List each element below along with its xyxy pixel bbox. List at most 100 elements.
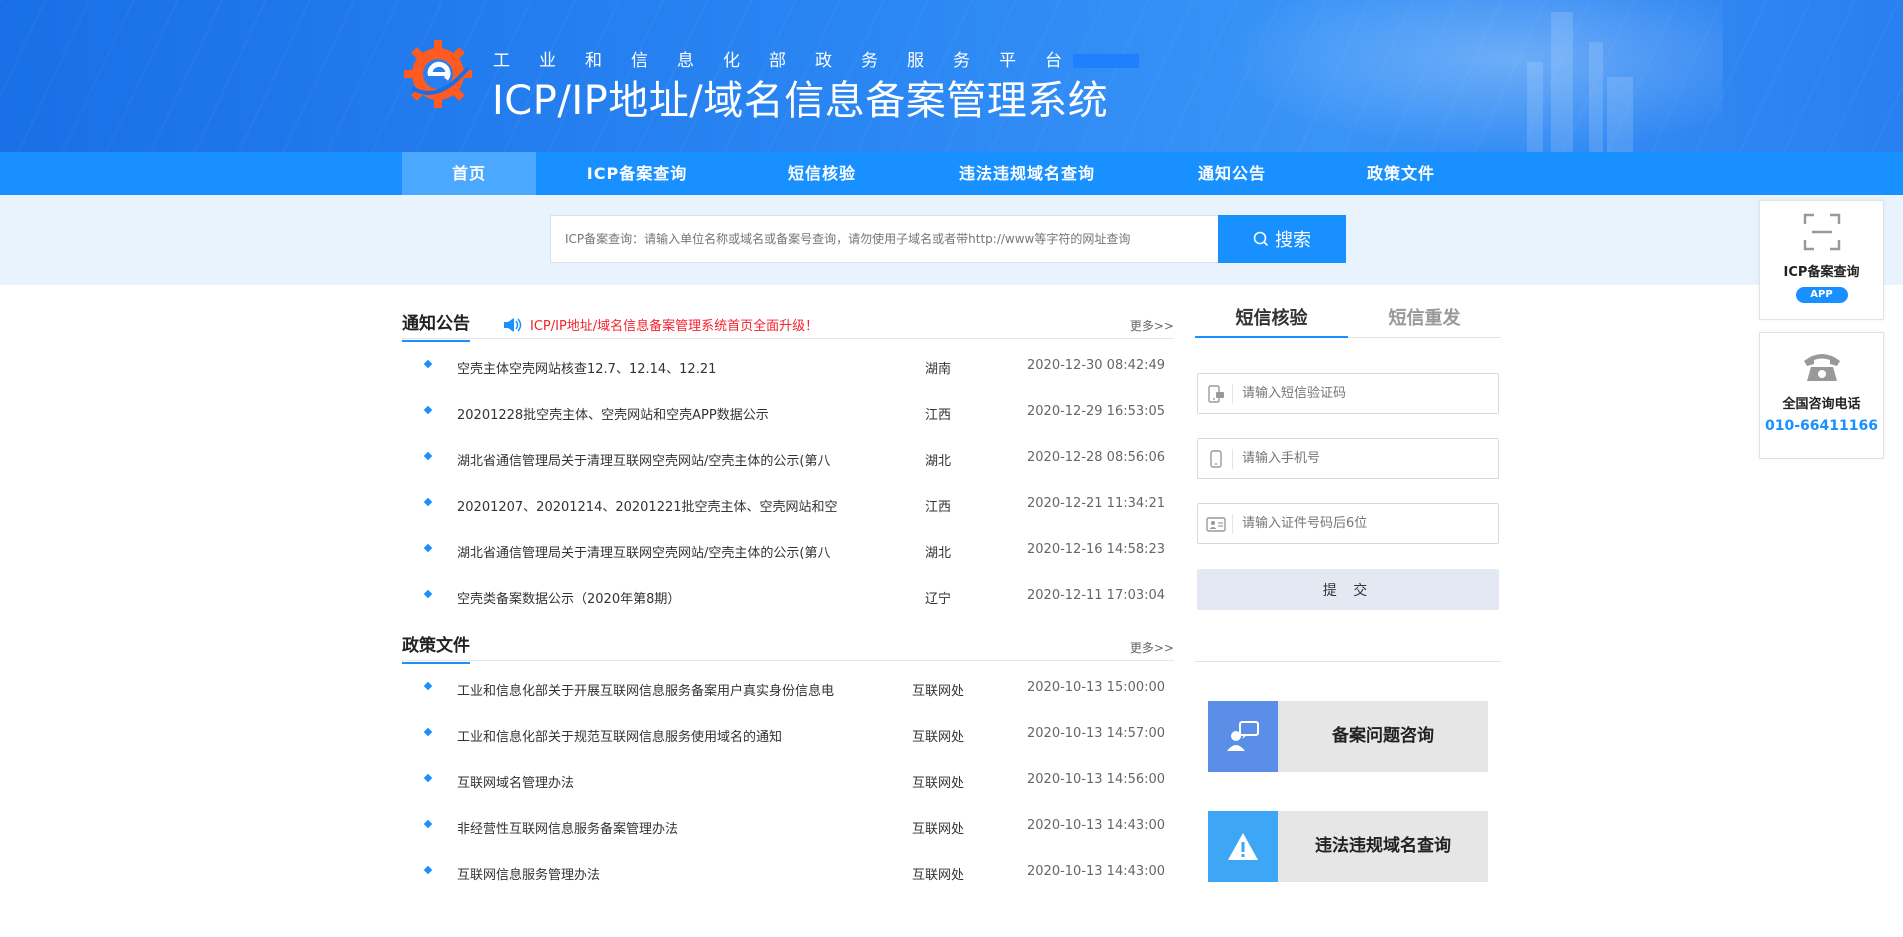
policies-more-link[interactable]: 更多>> — [1130, 639, 1174, 656]
bullet-icon — [423, 727, 433, 737]
warning-icon — [1228, 832, 1258, 860]
list-item: 互联网域名管理办法 互联网处 2020-10-13 14:56:00 — [402, 757, 1174, 803]
notice-link[interactable]: 空壳类备案数据公示（2020年第8期） — [457, 588, 867, 607]
nav-item-policies[interactable]: 政策文件 — [1316, 152, 1486, 195]
bullet-icon — [423, 497, 433, 507]
list-item: 20201228批空壳主体、空壳网站和空壳APP数据公示 江西 2020-12-29… — [402, 389, 1174, 435]
list-item: 工业和信息化部关于开展互联网信息服务备案用户真实身份信息电 互联网处 2020-10… — [402, 665, 1174, 711]
policy-link[interactable]: 工业和信息化部关于规范互联网信息服务使用域名的通知 — [457, 726, 867, 745]
list-item: 湖北省通信管理局关于清理互联网空壳网站/空壳主体的公示(第八 湖北 2020-12-… — [402, 527, 1174, 573]
banner-building — [1551, 12, 1573, 152]
list-item: 湖北省通信管理局关于清理互联网空壳网站/空壳主体的公示(第八 湖北 2020-12-… — [402, 435, 1174, 481]
banner-building — [1607, 77, 1633, 152]
policy-department: 互联网处 — [912, 776, 965, 791]
notice-link[interactable]: 20201207、20201214、20201221批空壳主体、空壳网站和空 — [457, 496, 867, 515]
policy-link[interactable]: 互联网信息服务管理办法 — [457, 864, 867, 883]
search-button[interactable]: 搜索 — [1218, 215, 1346, 263]
policy-department: 互联网处 — [912, 868, 965, 883]
nav-item-notices[interactable]: 通知公告 — [1148, 152, 1316, 195]
sms-code-input[interactable] — [1242, 374, 1492, 413]
notice-date: 2020-12-30 08:42:49 — [1027, 358, 1166, 373]
banner-glow — [1203, 0, 1723, 152]
policy-date: 2020-10-13 15:00:00 — [1027, 680, 1166, 695]
bullet-icon — [423, 451, 433, 461]
notice-date: 2020-12-11 17:03:04 — [1027, 588, 1166, 603]
notice-link[interactable]: 20201228批空壳主体、空壳网站和空壳APP数据公示 — [457, 404, 867, 423]
bullet-icon — [423, 543, 433, 553]
warning-icon-box — [1208, 811, 1278, 882]
list-item: 工业和信息化部关于规范互联网信息服务使用域名的通知 互联网处 2020-10-13 … — [402, 711, 1174, 757]
policy-department: 互联网处 — [912, 730, 965, 745]
notice-link[interactable]: 湖北省通信管理局关于清理互联网空壳网站/空壳主体的公示(第八 — [457, 450, 867, 469]
phone-label: 全国咨询电话 — [1782, 397, 1861, 412]
policy-date: 2020-10-13 14:43:00 — [1027, 818, 1166, 833]
form-divider — [1195, 661, 1501, 662]
policy-link[interactable]: 非经营性互联网信息服务备案管理办法 — [457, 818, 867, 837]
policies-title: 政策文件 — [402, 631, 470, 664]
notice-region: 湖北 — [925, 546, 952, 561]
submit-button[interactable]: 提 交 — [1197, 569, 1499, 610]
policy-link[interactable]: 工业和信息化部关于开展互联网信息服务备案用户真实身份信息电 — [457, 680, 867, 699]
tab-sms-resend[interactable]: 短信重发 — [1348, 302, 1501, 338]
bullet-icon — [423, 589, 433, 599]
notice-link[interactable]: 湖北省通信管理局关于清理互联网空壳网站/空壳主体的公示(第八 — [457, 542, 867, 561]
notice-region: 辽宁 — [925, 592, 952, 607]
app-pill: APP — [1795, 287, 1848, 303]
notice-alert[interactable]: ICP/IP地址/域名信息备案管理系统首页全面升级！ — [502, 315, 818, 334]
policy-department: 互联网处 — [912, 684, 965, 699]
nav-item-icp-query[interactable]: ICP备案查询 — [536, 152, 738, 195]
consult-label: 备案问题咨询 — [1332, 726, 1434, 746]
system-title: ICP/IP地址/域名信息备案管理系统 — [492, 78, 1109, 124]
sms-phone-icon — [1208, 385, 1224, 403]
notice-alert-text: ICP/IP地址/域名信息备案管理系统首页全面升级！ — [530, 319, 819, 334]
banner-building — [1527, 62, 1543, 152]
nav-item-sms-verify[interactable]: 短信核验 — [738, 152, 906, 195]
id-card-icon — [1206, 517, 1226, 532]
scan-icon — [1803, 213, 1840, 251]
miit-logo-icon — [404, 40, 472, 108]
nav-item-illegal-domain[interactable]: 违法违规域名查询 — [906, 152, 1148, 195]
field-separator — [1232, 384, 1233, 404]
policy-department: 互联网处 — [912, 822, 965, 837]
list-item: 空壳类备案数据公示（2020年第8期） 辽宁 2020-12-11 17:03:04 — [402, 573, 1174, 619]
list-item: 非经营性互联网信息服务备案管理办法 互联网处 2020-10-13 14:43:00 — [402, 803, 1174, 849]
notices-list: 空壳主体空壳网站核查12.7、12.14、12.21 湖南 2020-12-30 0… — [402, 343, 1174, 619]
list-item: 空壳主体空壳网站核查12.7、12.14、12.21 湖南 2020-12-30 0… — [402, 343, 1174, 389]
consult-icon — [1227, 720, 1259, 751]
policy-date: 2020-10-13 14:57:00 — [1027, 726, 1166, 741]
field-separator — [1232, 514, 1233, 534]
search-input[interactable] — [550, 215, 1219, 263]
phone-number: 010-66411166 — [1765, 418, 1878, 434]
nav-item-home[interactable]: 首页 — [402, 152, 536, 195]
notice-link[interactable]: 空壳主体空壳网站核查12.7、12.14、12.21 — [457, 358, 867, 377]
app-label: ICP备案查询 — [1783, 265, 1860, 280]
notice-region: 江西 — [925, 500, 952, 515]
bullet-icon — [423, 819, 433, 829]
phone-input[interactable] — [1242, 439, 1492, 478]
search-button-label: 搜索 — [1275, 230, 1311, 251]
policy-link[interactable]: 互联网域名管理办法 — [457, 772, 867, 791]
notice-date: 2020-12-28 08:56:06 — [1027, 450, 1166, 465]
id-number-field — [1197, 503, 1499, 544]
header-banner: 工业和信息化部政务服务平台 ICP/IP地址/域名信息备案管理系统 — [0, 0, 1903, 152]
notice-region: 江西 — [925, 408, 952, 423]
field-separator — [1232, 449, 1233, 469]
search-area: 搜索 — [0, 195, 1903, 285]
notice-region: 湖南 — [925, 362, 952, 377]
notice-date: 2020-12-21 11:34:21 — [1027, 496, 1166, 511]
consult-icon-box — [1208, 701, 1278, 772]
bullet-icon — [423, 865, 433, 875]
tab-sms-verify[interactable]: 短信核验 — [1195, 302, 1348, 338]
illegal-domain-button[interactable]: 违法违规域名查询 — [1208, 811, 1488, 882]
notices-header: 通知公告 ICP/IP地址/域名信息备案管理系统首页全面升级！ 更多>> — [402, 309, 1174, 342]
app-float-box[interactable]: ICP备案查询 APP — [1759, 200, 1884, 320]
bullet-icon — [423, 359, 433, 369]
notice-region: 湖北 — [925, 454, 952, 469]
telephone-icon — [1803, 354, 1840, 381]
notices-more-link[interactable]: 更多>> — [1130, 317, 1174, 334]
consult-button[interactable]: 备案问题咨询 — [1208, 701, 1488, 772]
phone-field — [1197, 438, 1499, 479]
list-item: 互联网信息服务管理办法 互联网处 2020-10-13 14:43:00 — [402, 849, 1174, 895]
policy-date: 2020-10-13 14:43:00 — [1027, 864, 1166, 879]
id-number-input[interactable] — [1242, 504, 1492, 543]
